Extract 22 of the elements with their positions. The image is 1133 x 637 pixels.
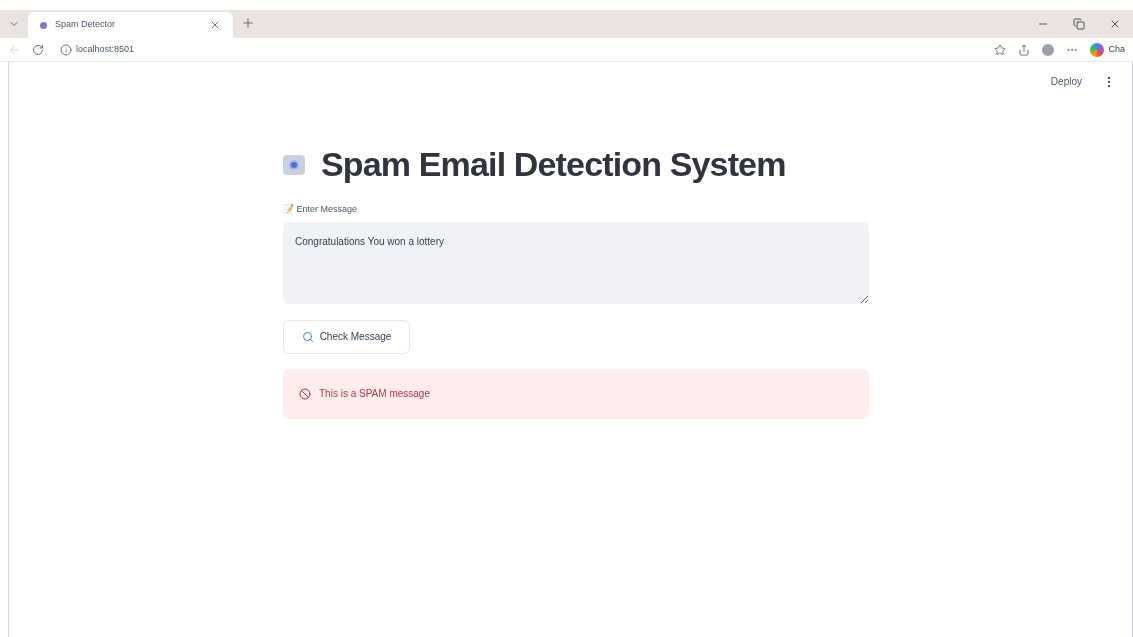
copilot-icon <box>1090 42 1105 57</box>
close-icon[interactable] <box>1109 18 1121 30</box>
tab-favicon-icon <box>40 21 47 29</box>
alert-text: This is a SPAM message <box>319 387 430 401</box>
page-title: Spam Email Detection System <box>321 144 786 185</box>
deploy-button[interactable]: Deploy <box>1050 74 1082 89</box>
message-field[interactable]: Congratulations You won a lottery <box>283 221 869 304</box>
browser-tab[interactable]: Spam Detector <box>28 12 233 38</box>
reload-icon[interactable] <box>32 43 44 56</box>
star-icon[interactable] <box>994 43 1007 56</box>
field-label: 📝 Enter Message <box>283 203 359 216</box>
address-bar[interactable]: localhost:8501 <box>56 39 956 60</box>
restore-icon[interactable] <box>1073 18 1085 30</box>
search-icon <box>301 330 314 343</box>
camera-icon <box>283 154 305 175</box>
close-icon[interactable] <box>209 19 221 31</box>
profile-icon[interactable] <box>1042 43 1055 56</box>
copilot-button[interactable]: Cha <box>1090 42 1125 57</box>
info-icon[interactable] <box>60 43 72 56</box>
check-message-button[interactable]: Check Message <box>283 319 410 354</box>
new-tab-icon[interactable] <box>241 16 255 30</box>
blocked-icon <box>299 387 311 400</box>
